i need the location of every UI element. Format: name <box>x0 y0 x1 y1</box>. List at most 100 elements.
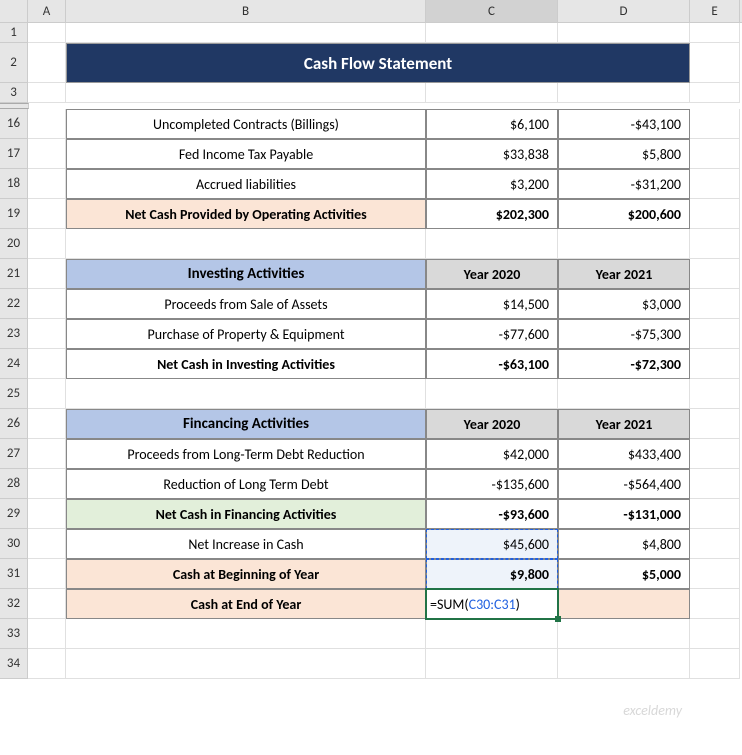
row-header-2[interactable]: 2 <box>0 43 28 83</box>
fin-y21-27[interactable]: $433,400 <box>558 439 690 469</box>
fin-total-y21[interactable]: -$131,000 <box>558 499 690 529</box>
fin-label-30[interactable]: Net Increase in Cash <box>66 529 426 559</box>
row-header-28[interactable]: 28 <box>0 469 28 499</box>
row-32: 32 Cash at End of Year =SUM(C30:C31) <box>0 589 742 619</box>
fin-col-c[interactable]: Year 2020 <box>426 409 558 439</box>
row-header-30[interactable]: 30 <box>0 529 28 559</box>
inv-total-y21[interactable]: -$72,300 <box>558 349 690 379</box>
fin-y21-32[interactable] <box>558 589 690 619</box>
row-17: 17 Fed Income Tax Payable $33,838 $5,800 <box>0 139 742 169</box>
fin-header[interactable]: Fincancing Activities <box>66 409 426 439</box>
inv-y20-23[interactable]: -$77,600 <box>426 319 558 349</box>
inv-col-d[interactable]: Year 2021 <box>558 259 690 289</box>
row-22: 22 Proceeds from Sale of Assets $14,500 … <box>0 289 742 319</box>
row-31: 31 Cash at Beginning of Year $9,800 $5,0… <box>0 559 742 589</box>
op-total-y21[interactable]: $200,600 <box>558 199 690 229</box>
row-26: 26 Fincancing Activities Year 2020 Year … <box>0 409 742 439</box>
row-header-34[interactable]: 34 <box>0 649 28 679</box>
op-label-17[interactable]: Fed Income Tax Payable <box>66 139 426 169</box>
row-header-21[interactable]: 21 <box>0 259 28 289</box>
fin-y20-28[interactable]: -$135,600 <box>426 469 558 499</box>
row-27: 27 Proceeds from Long-Term Debt Reductio… <box>0 439 742 469</box>
op-y20-17[interactable]: $33,838 <box>426 139 558 169</box>
fin-y20-30[interactable]: $45,600 <box>426 529 558 559</box>
inv-total-y20[interactable]: -$63,100 <box>426 349 558 379</box>
row-header-18[interactable]: 18 <box>0 169 28 199</box>
row-header-27[interactable]: 27 <box>0 439 28 469</box>
op-label-16[interactable]: Uncompleted Contracts (Billings) <box>66 109 426 139</box>
fin-label-27[interactable]: Proceeds from Long-Term Debt Reduction <box>66 439 426 469</box>
op-total-label[interactable]: Net Cash Provided by Operating Activitie… <box>66 199 426 229</box>
op-y20-16[interactable]: $6,100 <box>426 109 558 139</box>
page-title: Cash Flow Statement <box>66 43 690 83</box>
inv-label-23[interactable]: Purchase of Property & Equipment <box>66 319 426 349</box>
fin-total-label[interactable]: Net Cash in Financing Activities <box>66 499 426 529</box>
row-28: 28 Reduction of Long Term Debt -$135,600… <box>0 469 742 499</box>
row-header-26[interactable]: 26 <box>0 409 28 439</box>
row-24: 24 Net Cash in Investing Activities -$63… <box>0 349 742 379</box>
row-header-23[interactable]: 23 <box>0 319 28 349</box>
inv-label-22[interactable]: Proceeds from Sale of Assets <box>66 289 426 319</box>
row-16: 16 Uncompleted Contracts (Billings) $6,1… <box>0 109 742 139</box>
row-header-32[interactable]: 32 <box>0 589 28 619</box>
op-total-y20[interactable]: $202,300 <box>426 199 558 229</box>
row-header-33[interactable]: 33 <box>0 619 28 649</box>
row-33: 33 <box>0 619 742 649</box>
row-25: 25 <box>0 379 742 409</box>
fin-y21-31[interactable]: $5,000 <box>558 559 690 589</box>
fin-y21-28[interactable]: -$564,400 <box>558 469 690 499</box>
row-header-17[interactable]: 17 <box>0 139 28 169</box>
fin-y20-27[interactable]: $42,000 <box>426 439 558 469</box>
row-header-31[interactable]: 31 <box>0 559 28 589</box>
fin-y21-30[interactable]: $4,800 <box>558 529 690 559</box>
inv-col-c[interactable]: Year 2020 <box>426 259 558 289</box>
inv-total-label[interactable]: Net Cash in Investing Activities <box>66 349 426 379</box>
row-header-22[interactable]: 22 <box>0 289 28 319</box>
op-y21-18[interactable]: -$31,200 <box>558 169 690 199</box>
col-header-C[interactable]: C <box>426 0 558 22</box>
fin-col-d[interactable]: Year 2021 <box>558 409 690 439</box>
inv-y20-22[interactable]: $14,500 <box>426 289 558 319</box>
fill-handle[interactable] <box>555 616 561 622</box>
row-header-1[interactable]: 1 <box>0 23 28 43</box>
fin-label-32[interactable]: Cash at End of Year <box>66 589 426 619</box>
fin-y20-31[interactable]: $9,800 <box>426 559 558 589</box>
row-header-20[interactable]: 20 <box>0 229 28 259</box>
select-all-corner[interactable] <box>0 0 28 22</box>
op-label-18[interactable]: Accrued liabilities <box>66 169 426 199</box>
row-1: 1 <box>0 23 742 43</box>
column-headers: A B C D E <box>0 0 742 23</box>
row-header-3[interactable]: 3 <box>0 83 28 103</box>
fin-label-31[interactable]: Cash at Beginning of Year <box>66 559 426 589</box>
col-header-B[interactable]: B <box>66 0 426 22</box>
col-header-D[interactable]: D <box>558 0 690 22</box>
inv-header[interactable]: Investing Activities <box>66 259 426 289</box>
op-y21-16[interactable]: -$43,100 <box>558 109 690 139</box>
fin-total-y20[interactable]: -$93,600 <box>426 499 558 529</box>
row-23: 23 Purchase of Property & Equipment -$77… <box>0 319 742 349</box>
row-29: 29 Net Cash in Financing Activities -$93… <box>0 499 742 529</box>
watermark: exceldemy <box>623 702 682 719</box>
row-21: 21 Investing Activities Year 2020 Year 2… <box>0 259 742 289</box>
row-19: 19 Net Cash Provided by Operating Activi… <box>0 199 742 229</box>
formula-text: =SUM(C30:C31) <box>430 596 520 613</box>
op-y21-17[interactable]: $5,800 <box>558 139 690 169</box>
row-2: 2 Cash Flow Statement <box>0 43 742 83</box>
inv-y21-22[interactable]: $3,000 <box>558 289 690 319</box>
inv-y21-23[interactable]: -$75,300 <box>558 319 690 349</box>
row-18: 18 Accrued liabilities $3,200 -$31,200 <box>0 169 742 199</box>
col-header-A[interactable]: A <box>28 0 66 22</box>
active-cell-C32[interactable]: =SUM(C30:C31) <box>426 589 558 619</box>
row-3: 3 <box>0 83 742 103</box>
row-header-29[interactable]: 29 <box>0 499 28 529</box>
row-header-19[interactable]: 19 <box>0 199 28 229</box>
row-20: 20 <box>0 229 742 259</box>
row-34: 34 <box>0 649 742 679</box>
col-header-E[interactable]: E <box>690 0 740 22</box>
row-header-24[interactable]: 24 <box>0 349 28 379</box>
row-header-16[interactable]: 16 <box>0 109 28 139</box>
row-30: 30 Net Increase in Cash $45,600 $4,800 <box>0 529 742 559</box>
fin-label-28[interactable]: Reduction of Long Term Debt <box>66 469 426 499</box>
row-header-25[interactable]: 25 <box>0 379 28 409</box>
op-y20-18[interactable]: $3,200 <box>426 169 558 199</box>
